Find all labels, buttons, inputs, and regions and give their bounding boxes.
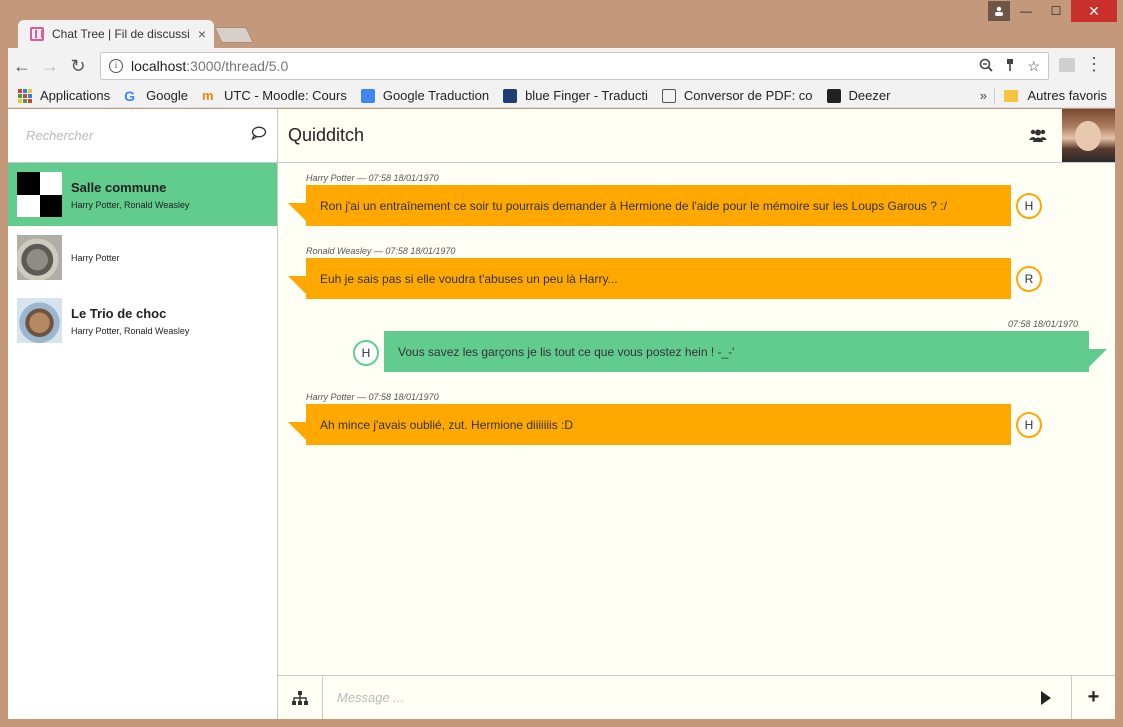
bubble-tail (288, 276, 306, 294)
message-input[interactable] (323, 676, 1021, 719)
author-initial-badge[interactable]: R (1016, 266, 1042, 292)
message-meta: Harry Potter — 07:58 18/01/1970 (306, 173, 439, 183)
tab-close-icon[interactable]: × (198, 26, 206, 42)
url-host: localhost (131, 58, 187, 74)
new-tab-button[interactable] (214, 27, 254, 43)
bookmark-label: blue Finger - Traducti (525, 88, 648, 103)
bookmark-star-icon[interactable]: ☆ (1027, 58, 1040, 75)
conversation-members: Harry Potter, Ronald Weasley (71, 199, 190, 210)
folder-icon (1003, 89, 1018, 102)
message-bubble: Ron j'ai un entraînement ce soir tu pour… (306, 185, 1011, 226)
bookmark-label: Deezer (848, 88, 891, 103)
bookmarks-divider (994, 88, 995, 104)
conversation-members: Harry Potter, Ronald Weasley (71, 325, 190, 336)
blue-finger-icon (503, 88, 518, 103)
bookmark-google[interactable]: G Google (124, 88, 188, 103)
conversation-thumbnail (17, 235, 62, 280)
zoom-icon[interactable] (979, 58, 994, 75)
message-bubble: Ah mince j'avais oublié, zut. Hermione d… (306, 404, 1011, 445)
author-initial-badge[interactable]: H (353, 340, 379, 366)
message-meta: Ronald Weasley — 07:58 18/01/1970 (306, 246, 456, 256)
bookmark-deezer[interactable]: Deezer (826, 88, 891, 103)
thread-header: Quidditch (278, 109, 1115, 163)
bookmark-blue-finger[interactable]: blue Finger - Traducti (503, 88, 648, 103)
tab-title: Chat Tree | Fil de discussi (52, 27, 190, 41)
message-text: Ron j'ai un entraînement ce soir tu pour… (320, 198, 947, 213)
conversation-thumbnail (17, 172, 62, 217)
send-button[interactable] (1021, 676, 1071, 719)
author-initial-badge[interactable]: H (1016, 412, 1042, 438)
message-text: Euh je sais pas si elle voudra t'abuses … (320, 271, 618, 286)
conversation-name: Salle commune (71, 179, 167, 195)
extension-pin-icon[interactable] (1005, 58, 1015, 75)
bookmark-moodle[interactable]: m UTC - Moodle: Cours (202, 88, 347, 103)
bubble-tail (288, 422, 306, 440)
send-icon (1041, 690, 1051, 705)
bookmarks-bar: Applications G Google m UTC - Moodle: Co… (8, 84, 1115, 108)
conversation-members: Harry Potter (71, 252, 120, 263)
other-bookmarks-folder[interactable]: Autres favoris (1003, 88, 1107, 103)
app-favicon-icon (30, 27, 44, 41)
conversation-thumbnail (17, 298, 62, 343)
bookmark-google-translate[interactable]: Google Traduction (360, 88, 490, 103)
bookmark-applications[interactable]: Applications (18, 88, 110, 103)
avatar[interactable] (1062, 109, 1115, 162)
bubble-tail (288, 203, 306, 221)
thread-panel: Quidditch Harry Potter — 07:58 18/01/197… (278, 109, 1115, 719)
back-icon[interactable]: ← (8, 56, 36, 77)
user-profile-icon[interactable] (988, 1, 1010, 21)
author-initial-badge[interactable]: H (1016, 193, 1042, 219)
add-button[interactable]: + (1071, 676, 1115, 719)
conversation-name: Le Trio de choc (71, 305, 167, 321)
deezer-icon (826, 88, 841, 103)
search-input[interactable] (26, 128, 251, 143)
conversation-item-salle-commune[interactable]: Salle commune Harry Potter, Ronald Weasl… (8, 163, 277, 226)
url-path: :3000/thread/5.0 (186, 58, 289, 74)
bookmark-label: Conversor de PDF: co (683, 88, 813, 103)
bookmark-label: Applications (40, 88, 111, 103)
forward-icon[interactable]: → (36, 56, 64, 77)
chat-app: Salle commune Harry Potter, Ronald Weasl… (8, 109, 1115, 719)
bookmark-label: UTC - Moodle: Cours (224, 88, 347, 103)
minimize-icon[interactable]: — (1011, 0, 1041, 22)
window-controls: — ☐ ✕ (1011, 0, 1117, 22)
group-members-icon[interactable] (1029, 128, 1047, 142)
message-list: Harry Potter — 07:58 18/01/1970 Ron j'ai… (278, 163, 1115, 675)
pdf-converter-icon (661, 88, 676, 103)
google-icon: G (124, 87, 135, 104)
browser-menu-icon[interactable]: ⋮ (1085, 54, 1103, 75)
bookmarks-more-icon[interactable]: » (980, 88, 987, 103)
bubble-tail (1089, 349, 1107, 367)
apps-grid-icon (18, 88, 32, 103)
message-composer: + (278, 675, 1115, 719)
thread-title: Quidditch (288, 125, 365, 145)
conversation-item-le-trio-de-choc[interactable]: Le Trio de choc Harry Potter, Ronald Wea… (8, 289, 277, 352)
thread-tree-button[interactable] (278, 676, 323, 719)
bookmark-pdf-converter[interactable]: Conversor de PDF: co (661, 88, 813, 103)
message-text: Ah mince j'avais oublié, zut. Hermione d… (320, 417, 574, 432)
message-text: Vous savez les garçons je lis tout ce qu… (398, 344, 735, 359)
message-bubble: Euh je sais pas si elle voudra t'abuses … (306, 258, 1011, 299)
translate-icon (360, 88, 375, 103)
message-bubble: Vous savez les garçons je lis tout ce qu… (384, 331, 1089, 372)
bookmark-label: Google (146, 88, 189, 103)
sitemap-icon (292, 690, 308, 705)
extension-icon[interactable] (1059, 58, 1075, 72)
address-bar[interactable]: i localhost:3000/thread/5.0 ☆ (100, 52, 1049, 80)
conversation-item-harry-potter[interactable]: Harry Potter (8, 226, 277, 289)
window-close-icon[interactable]: ✕ (1071, 0, 1117, 22)
new-conversation-icon[interactable] (251, 126, 267, 145)
info-icon[interactable]: i (109, 59, 123, 73)
message-meta: 07:58 18/01/1970 (1008, 319, 1079, 329)
moodle-icon: m (202, 87, 214, 103)
bookmark-label: Google Traduction (382, 88, 490, 103)
browser-tab[interactable]: Chat Tree | Fil de discussi × (18, 20, 214, 48)
browser-toolbar: ← → ↻ i localhost:3000/thread/5.0 ☆ ⋮ (8, 48, 1115, 84)
other-bookmarks-label: Autres favoris (1027, 88, 1107, 103)
search-bar (8, 109, 277, 163)
message-meta: Harry Potter — 07:58 18/01/1970 (306, 392, 439, 402)
maximize-icon[interactable]: ☐ (1041, 0, 1071, 22)
reload-icon[interactable]: ↻ (64, 56, 92, 77)
conversation-sidebar: Salle commune Harry Potter, Ronald Weasl… (8, 109, 278, 719)
